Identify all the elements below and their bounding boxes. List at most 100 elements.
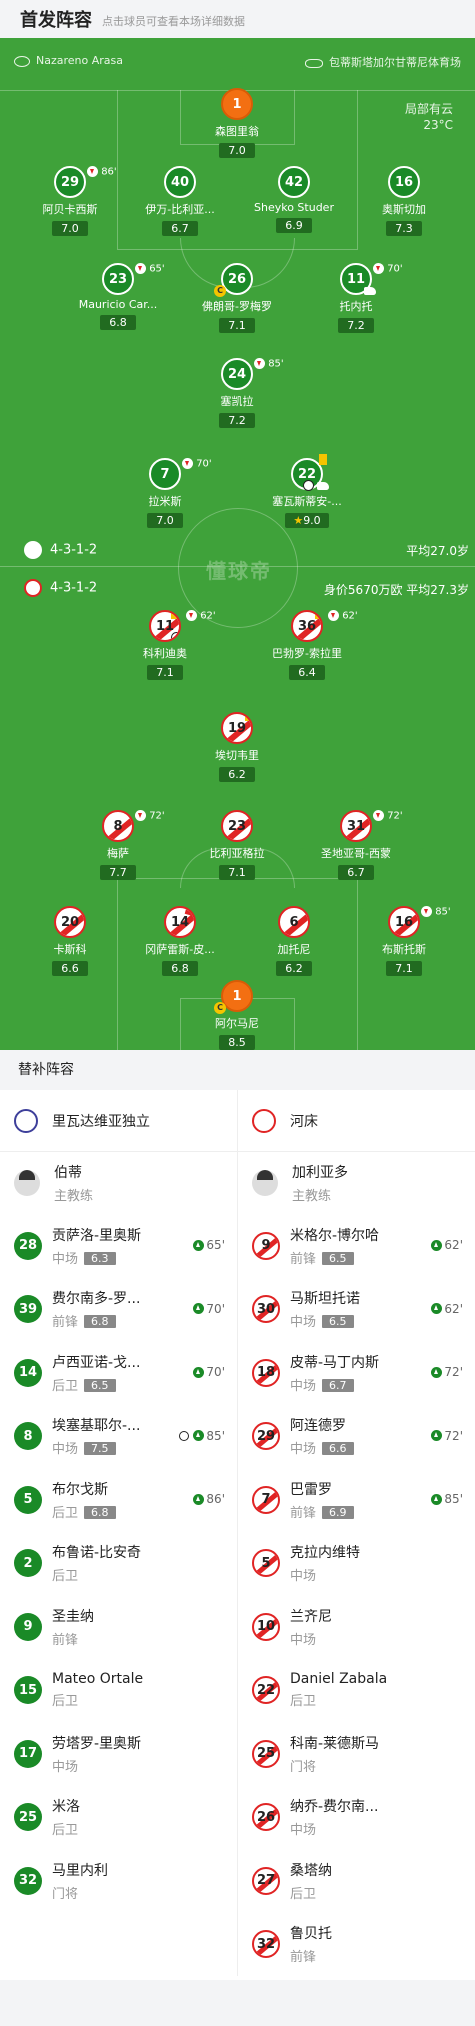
bench-player-row[interactable]: 17 劳塔罗-里奥斯 中场 bbox=[0, 1722, 237, 1786]
away-coach[interactable]: 加利亚多 主教练 bbox=[238, 1152, 475, 1214]
away-info: 身价5670万欧 平均27.3岁 bbox=[323, 583, 469, 597]
sub-out-icon bbox=[182, 458, 193, 469]
player-name: 贡萨洛-里奥斯 bbox=[52, 1227, 142, 1244]
player-home-26[interactable]: 26 C 佛朗哥-罗梅罗 7.1 bbox=[182, 263, 292, 333]
bench-player-row[interactable]: 30 马斯坦托诺 中场 6.5 62' bbox=[238, 1278, 475, 1342]
bench-player-row[interactable]: 9 圣圭纳 前锋 bbox=[0, 1595, 237, 1659]
player-home-23[interactable]: 23 Mauricio Car... 6.8 65' bbox=[63, 263, 173, 330]
captain-badge: C bbox=[214, 1002, 226, 1014]
sub-in-time: 85' bbox=[179, 1429, 225, 1443]
page-title: 首发阵容 bbox=[20, 10, 92, 31]
home-coach[interactable]: 伯蒂 主教练 bbox=[0, 1152, 237, 1214]
player-away-19[interactable]: 19 埃切韦里 6.2 bbox=[182, 712, 292, 782]
player-position: 前锋 bbox=[52, 1315, 79, 1331]
sub-in-time: 72' bbox=[431, 1429, 463, 1443]
bench-player-row[interactable]: 9 米格尔-博尔哈 前锋 6.5 62' bbox=[238, 1214, 475, 1278]
player-home-1[interactable]: 1 森图里翁 7.0 bbox=[182, 88, 292, 158]
sub-in-icon bbox=[193, 1366, 205, 1378]
yellow-card-icon bbox=[319, 454, 327, 465]
player-away-11[interactable]: 11 科利迪奥 7.1 62' bbox=[110, 610, 220, 680]
jersey-number: 1 bbox=[221, 88, 253, 120]
player-rating: 6.5 bbox=[322, 1315, 354, 1329]
jersey-number: 32 bbox=[14, 1866, 42, 1895]
bench-player-row[interactable]: 32 马里内利 门将 bbox=[0, 1849, 237, 1913]
player-away-31[interactable]: 31 圣地亚哥-西蒙 6.7 72' bbox=[301, 810, 411, 880]
player-away-20[interactable]: 20 卡斯科 6.6 bbox=[15, 906, 125, 976]
player-name: 纳乔-费尔南... bbox=[290, 1799, 379, 1816]
player-name: 卢西亚诺-戈... bbox=[52, 1354, 141, 1371]
bench-player-row[interactable]: 10 兰齐尼 中场 bbox=[238, 1595, 475, 1659]
player-home-7[interactable]: 7 拉米斯 7.0 70' bbox=[110, 458, 220, 528]
player-position: 中场 bbox=[52, 1442, 79, 1458]
player-away-36[interactable]: 36 巴勃罗-索拉里 6.4 62' bbox=[252, 610, 362, 680]
away-bench: 河床 加利亚多 主教练 9 米格尔-博尔哈 前锋 6.5 62' 30 马斯坦托诺 中场 6.5 6… bbox=[238, 1090, 475, 1976]
temperature: 23°C bbox=[423, 118, 453, 132]
bench-player-row[interactable]: 14 卢西亚诺-戈... 后卫 6.5 70' bbox=[0, 1341, 237, 1405]
stadium-icon bbox=[305, 58, 323, 68]
bench-player-row[interactable]: 15 Mateo Ortale 后卫 bbox=[0, 1659, 237, 1723]
bench-player-row[interactable]: 18 皮蒂-马丁内斯 中场 6.7 72' bbox=[238, 1341, 475, 1405]
bench-player-row[interactable]: 5 布尔戈斯 后卫 6.8 86' bbox=[0, 1468, 237, 1532]
home-team-row[interactable]: 里瓦达维亚独立 bbox=[0, 1090, 237, 1152]
bench-player-row[interactable]: 8 埃塞基耶尔-... 中场 7.5 85' bbox=[0, 1405, 237, 1469]
bench-player-row[interactable]: 26 纳乔-费尔南... 中场 bbox=[238, 1786, 475, 1850]
sub-in-icon bbox=[431, 1493, 443, 1505]
away-team-logo bbox=[252, 1108, 276, 1133]
player-home-22[interactable]: 22 塞瓦斯蒂安-... ★9.0 bbox=[252, 454, 362, 528]
player-home-40[interactable]: 40 伊万-比利亚... 6.7 bbox=[125, 166, 235, 236]
bench-player-row[interactable]: 29 阿连德罗 中场 6.6 72' bbox=[238, 1405, 475, 1469]
player-position: 中场 bbox=[290, 1442, 317, 1458]
player-rating: 7.5 bbox=[84, 1442, 116, 1456]
sub-in-icon bbox=[193, 1493, 205, 1505]
player-position: 前锋 bbox=[290, 1505, 317, 1521]
bench-player-row[interactable]: 2 布鲁诺-比安奇 后卫 bbox=[0, 1532, 237, 1596]
player-away-1[interactable]: 1 C 阿尔马尼 8.5 bbox=[182, 980, 292, 1050]
bench-player-row[interactable]: 22 Daniel Zabala 后卫 bbox=[238, 1659, 475, 1723]
bench-player-row[interactable]: 32 鲁贝托 前锋 bbox=[238, 1913, 475, 1977]
player-home-42[interactable]: 42 Sheyko Studer 6.9 bbox=[239, 166, 349, 233]
sub-in-icon bbox=[193, 1239, 205, 1251]
bench-player-row[interactable]: 5 克拉内维特 中场 bbox=[238, 1532, 475, 1596]
bench-player-row[interactable]: 25 科南-莱德斯马 门将 bbox=[238, 1722, 475, 1786]
player-away-16[interactable]: 16 布斯托斯 7.1 85' bbox=[349, 906, 459, 976]
player-rating: 6.9 bbox=[322, 1505, 354, 1519]
sub-out-icon bbox=[87, 166, 98, 177]
home-avg-age: 平均27.0岁 bbox=[406, 544, 469, 558]
sub-in-time: 62' bbox=[431, 1302, 463, 1316]
player-away-14[interactable]: 14 冈萨雷斯-皮... 6.8 bbox=[125, 906, 235, 976]
player-away-8[interactable]: 8 梅萨 7.7 72' bbox=[63, 810, 173, 880]
jersey-number: 25 bbox=[252, 1739, 280, 1768]
sub-out-icon bbox=[421, 906, 432, 917]
jersey-number: 15 bbox=[14, 1676, 42, 1705]
player-home-24[interactable]: 24 塞凯拉 7.2 85' bbox=[182, 358, 292, 428]
player-name: 克拉内维特 bbox=[290, 1545, 360, 1562]
bench-player-row[interactable]: 7 巴雷罗 前锋 6.9 85' bbox=[238, 1468, 475, 1532]
sub-in-icon bbox=[193, 1303, 205, 1314]
bench-player-row[interactable]: 25 米洛 后卫 bbox=[0, 1786, 237, 1850]
away-formation: 4-3-1-2 bbox=[24, 579, 97, 597]
player-away-23[interactable]: 23 比利亚格拉 7.1 bbox=[182, 810, 292, 880]
bench-player-row[interactable]: 27 桑塔纳 后卫 bbox=[238, 1849, 475, 1913]
jersey-number: 17 bbox=[14, 1739, 42, 1768]
player-home-16[interactable]: 16 奥斯切加 7.3 bbox=[349, 166, 459, 236]
bench-player-row[interactable]: 28 贡萨洛-里奥斯 中场 6.3 65' bbox=[0, 1214, 237, 1278]
player-position: 中场 bbox=[290, 1823, 317, 1839]
player-rating: 6.6 bbox=[322, 1442, 354, 1456]
jersey-number: 27 bbox=[252, 1866, 280, 1895]
player-home-29[interactable]: 29 阿贝卡西斯 7.0 86' bbox=[15, 166, 125, 236]
home-team-logo bbox=[14, 1108, 38, 1133]
player-position: 后卫 bbox=[52, 1378, 79, 1394]
player-position: 前锋 bbox=[52, 1632, 79, 1648]
bench-player-row[interactable]: 39 费尔南多-罗... 前锋 6.8 70' bbox=[0, 1278, 237, 1342]
player-name: Mateo Ortale bbox=[52, 1671, 144, 1688]
player-home-11[interactable]: 11 托内托 7.2 70' bbox=[301, 263, 411, 333]
player-rating: 6.3 bbox=[84, 1251, 116, 1265]
player-position: 中场 bbox=[290, 1569, 317, 1585]
avatar bbox=[252, 1170, 278, 1196]
avatar bbox=[14, 1170, 40, 1196]
yellow-card-icon bbox=[171, 612, 179, 619]
player-away-6[interactable]: 6 加托尼 6.2 bbox=[239, 906, 349, 976]
player-name: 皮蒂-马丁内斯 bbox=[290, 1354, 380, 1371]
player-position: 前锋 bbox=[290, 1950, 317, 1966]
away-team-row[interactable]: 河床 bbox=[238, 1090, 475, 1152]
